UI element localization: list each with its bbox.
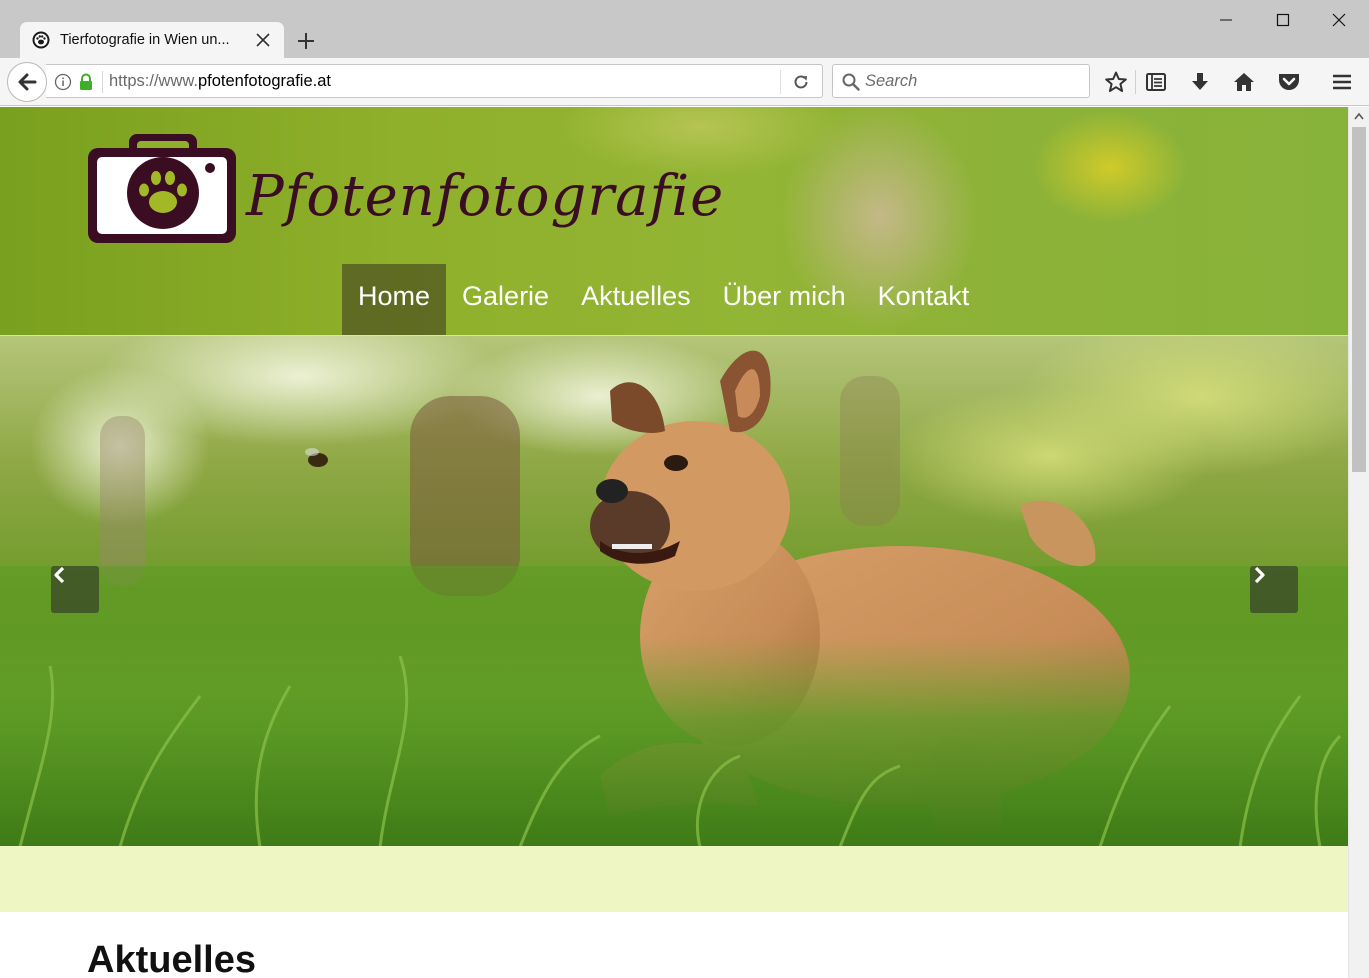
nav-item-galerie[interactable]: Galerie	[446, 264, 565, 335]
pfotenfotografie-logo[interactable]: Pfotenfotografie	[86, 130, 726, 250]
search-bar[interactable]	[832, 64, 1090, 98]
back-button[interactable]	[7, 62, 47, 102]
back-icon	[18, 73, 37, 91]
url-separator-right	[780, 70, 781, 94]
browser-toolbar: https://www.pfotenfotografie.at	[0, 58, 1369, 106]
nav-item-ueber-mich[interactable]: Über mich	[707, 264, 862, 335]
logo-text: Pfotenfotografie	[245, 164, 724, 229]
reload-icon[interactable]	[791, 72, 811, 92]
chevron-left-icon	[54, 566, 65, 584]
nav-item-kontakt[interactable]: Kontakt	[862, 264, 986, 335]
page-viewport: Pfotenfotografie Home Galerie Aktuelles …	[0, 107, 1348, 978]
main-navigation: Home Galerie Aktuelles Über mich Kontakt	[342, 264, 985, 335]
scroll-up-icon[interactable]	[1353, 110, 1365, 124]
url-bar[interactable]: https://www.pfotenfotografie.at	[46, 64, 823, 98]
site-header: Pfotenfotografie Home Galerie Aktuelles …	[0, 107, 1348, 335]
library-icon[interactable]	[1142, 68, 1170, 96]
url-prefix: https://www.	[109, 72, 198, 90]
lock-icon[interactable]	[78, 73, 94, 91]
search-icon	[842, 73, 860, 91]
page-scrollbar[interactable]	[1348, 107, 1369, 978]
info-icon[interactable]	[54, 73, 72, 91]
url-domain: pfotenfotografie.at	[197, 72, 331, 90]
tab-title: Tierfotografie in Wien un...	[60, 32, 230, 48]
bookmark-star-icon[interactable]	[1102, 68, 1130, 96]
section-title-aktuelles: Aktuelles	[87, 939, 256, 978]
carousel-prev-button[interactable]	[51, 566, 99, 613]
browser-tab[interactable]: Tierfotografie in Wien un...	[20, 22, 284, 58]
url-separator	[102, 71, 103, 93]
hero-image-dog-in-grass	[0, 336, 1348, 846]
tab-strip: Tierfotografie in Wien un...	[0, 0, 1369, 58]
url-text[interactable]: https://www.pfotenfotografie.at	[109, 72, 331, 91]
hero-carousel	[0, 335, 1348, 846]
close-window-icon[interactable]	[1321, 8, 1357, 32]
home-icon[interactable]	[1230, 68, 1258, 96]
nav-item-home[interactable]: Home	[342, 264, 447, 335]
new-tab-icon[interactable]	[293, 28, 319, 54]
minimize-icon[interactable]	[1208, 8, 1244, 32]
search-input[interactable]	[865, 70, 1081, 92]
chevron-right-icon	[1254, 566, 1265, 584]
light-green-band	[0, 846, 1348, 912]
maximize-icon[interactable]	[1265, 8, 1301, 32]
nav-item-aktuelles[interactable]: Aktuelles	[565, 264, 707, 335]
toolbar-separator	[1135, 70, 1136, 94]
download-icon[interactable]	[1186, 68, 1214, 96]
paw-favicon-icon	[32, 31, 50, 49]
menu-icon[interactable]	[1328, 68, 1356, 96]
scrollbar-thumb[interactable]	[1352, 127, 1366, 472]
close-tab-icon[interactable]	[254, 31, 272, 49]
pocket-icon[interactable]	[1275, 68, 1303, 96]
carousel-next-button[interactable]	[1250, 566, 1298, 613]
